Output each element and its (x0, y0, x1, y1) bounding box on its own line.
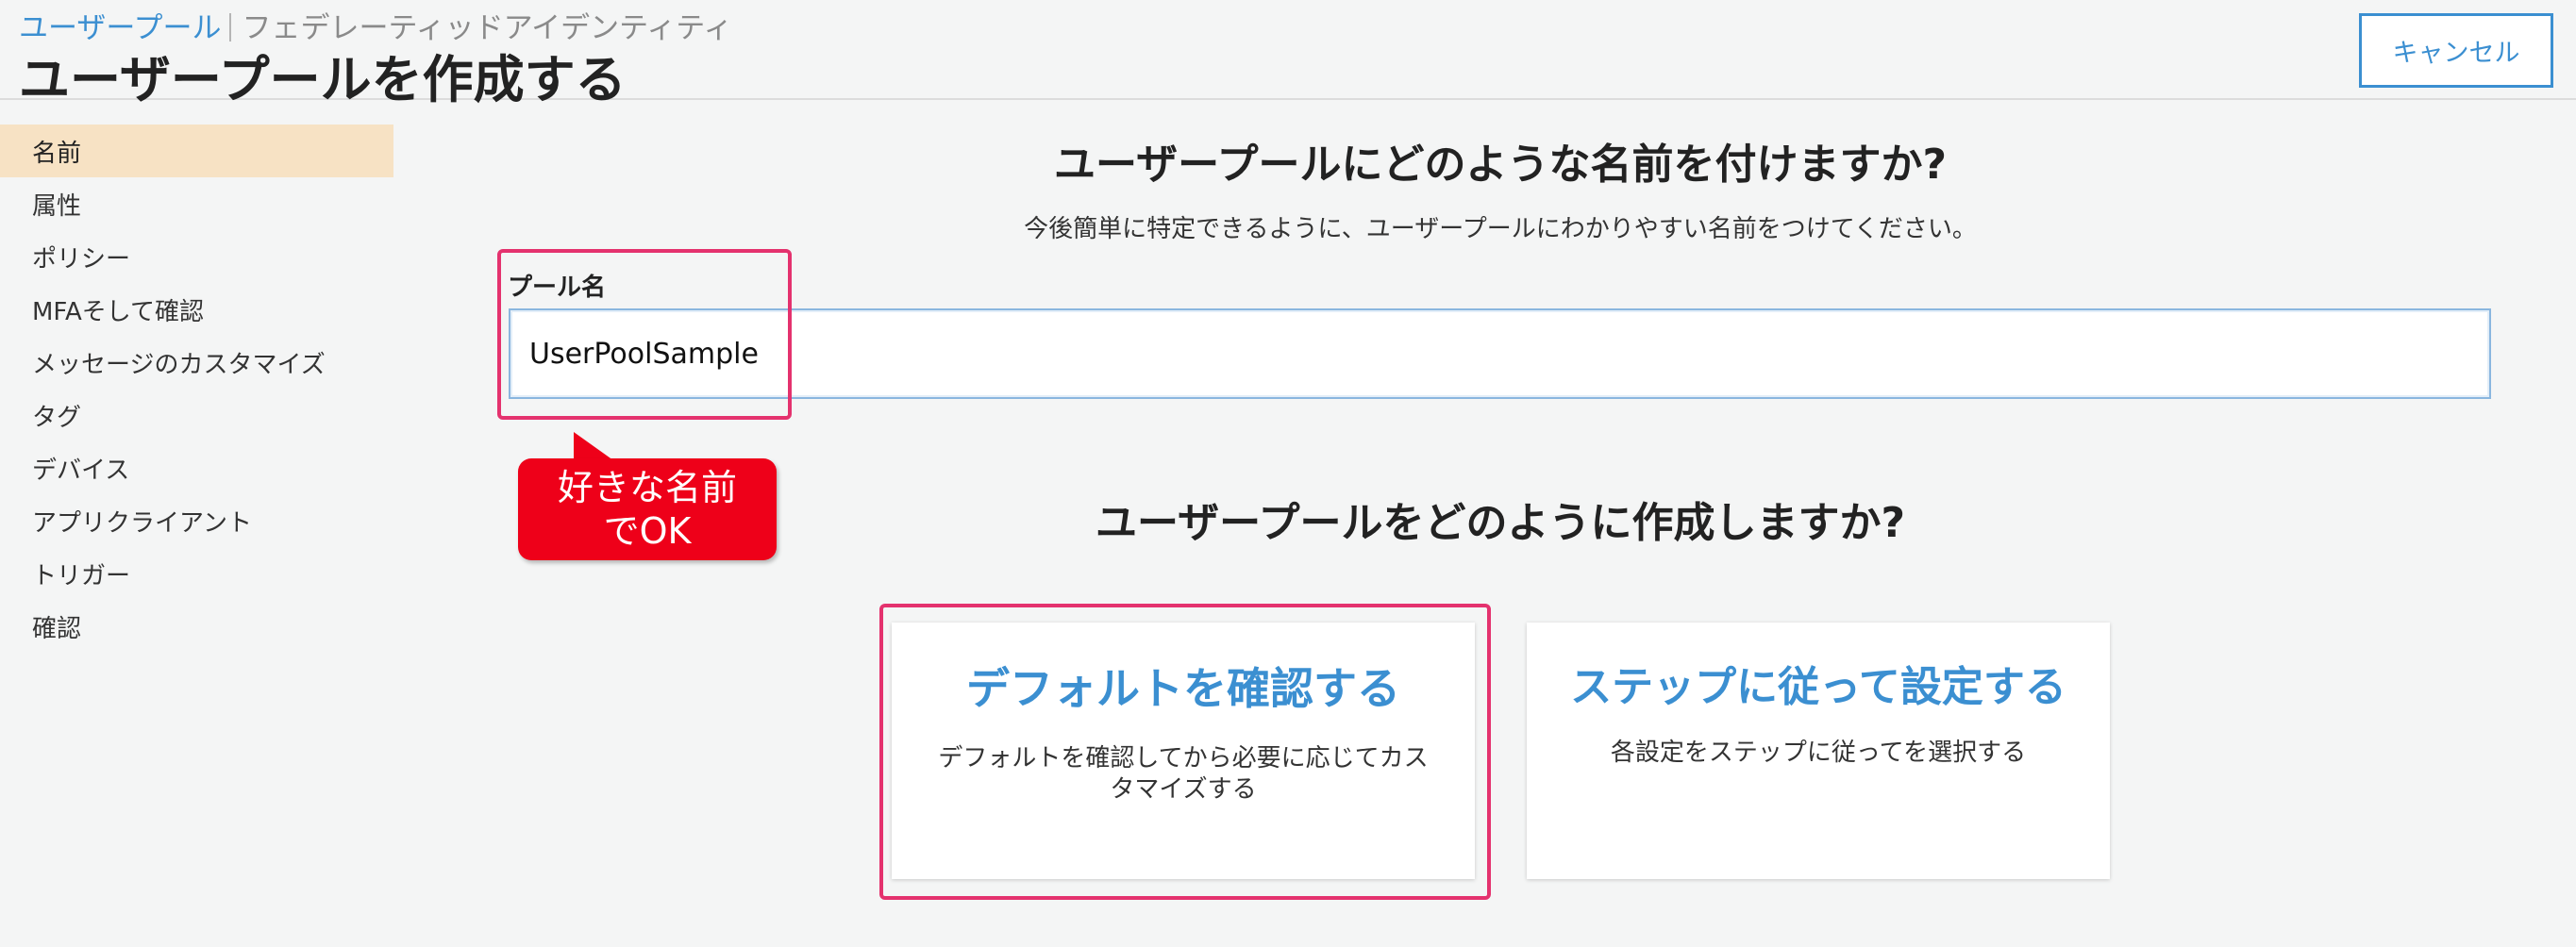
step-through-card[interactable]: ステップに従って設定する 各設定をステップに従ってを選択する (1527, 623, 2110, 879)
create-section-heading: ユーザープールをどのように作成しますか? (1095, 499, 1905, 547)
step-through-desc: 各設定をステップに従ってを選択する (1610, 739, 2027, 767)
sidebar-item-tags[interactable]: タグ (0, 389, 393, 441)
pool-name-input[interactable] (509, 308, 2491, 399)
sidebar-item-mfa[interactable]: MFAそして確認 (0, 283, 393, 336)
review-defaults-title: デフォルトを確認する (966, 663, 1400, 714)
sidebar-item-devices[interactable]: デバイス (0, 441, 393, 494)
page-title: ユーザープールを作成する (19, 50, 627, 109)
sidebar-nav: 名前 属性 ポリシー MFAそして確認 メッセージのカスタマイズ タグ デバイス… (0, 125, 393, 653)
sidebar-item-message-customization[interactable]: メッセージのカスタマイズ (0, 336, 393, 389)
cancel-button[interactable]: キャンセル (2359, 13, 2553, 88)
sidebar-item-review[interactable]: 確認 (0, 600, 393, 653)
page-header: ユーザープール フェデレーティッドアイデンティティ ユーザープールを作成する キャ… (0, 0, 2576, 109)
review-defaults-desc: デフォルトを確認してから必要に応じてカスタマイズする (938, 744, 1429, 804)
create-user-pool-page: ユーザープール フェデレーティッドアイデンティティ ユーザープールを作成する キャ… (0, 0, 2576, 947)
pool-name-label: プール名 (508, 274, 607, 302)
review-defaults-card[interactable]: デフォルトを確認する デフォルトを確認してから必要に応じてカスタマイズする (892, 623, 1475, 879)
callout-tail (574, 432, 613, 460)
name-section-subtext: 今後簡単に特定できるように、ユーザープールにわかりやすい名前をつけてください。 (1024, 215, 1977, 243)
sidebar-item-triggers[interactable]: トリガー (0, 547, 393, 600)
name-section-heading: ユーザープールにどのような名前を付けますか? (1053, 141, 1947, 189)
step-through-title: ステップに従って設定する (1570, 663, 2066, 711)
